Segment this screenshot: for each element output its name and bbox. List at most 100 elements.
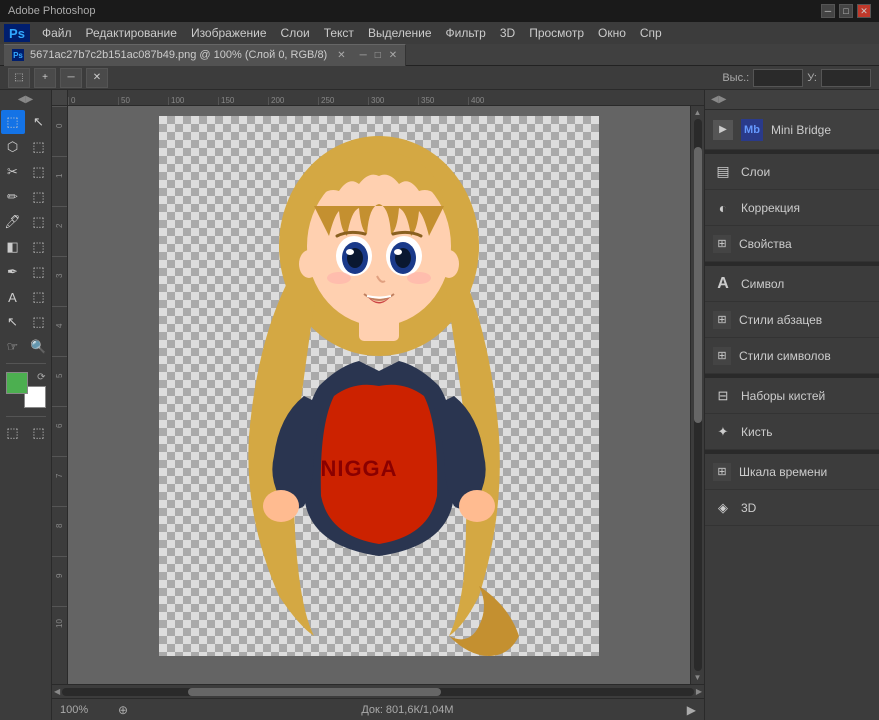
ruler-mark-200: 200 (268, 97, 318, 105)
screen-mode-btn[interactable]: ⬚ (27, 421, 51, 445)
y-input[interactable] (821, 69, 871, 87)
ruler-v-7: 7 (52, 456, 67, 506)
foreground-color[interactable] (6, 372, 28, 394)
toolbar-collapse[interactable]: ◀▶ (18, 94, 33, 105)
tab-minimize[interactable]: ─ (360, 50, 367, 61)
panel-top-bar: ◀▶ (705, 90, 879, 110)
text-tool[interactable]: A (1, 285, 25, 309)
ruler-mark-400: 400 (468, 97, 518, 105)
v-scroll-thumb[interactable] (694, 147, 702, 423)
ruler-mark-50: 50 (118, 97, 168, 105)
marquee-tool[interactable]: ⬚ (1, 110, 25, 134)
panel-item-symbol[interactable]: A Символ (705, 266, 879, 302)
panel-item-properties[interactable]: ⊞ Свойства (705, 226, 879, 262)
selection-add-btn[interactable]: + (34, 68, 56, 88)
selection-subtract-btn[interactable]: ─ (60, 68, 82, 88)
menu-3d[interactable]: 3D (494, 24, 521, 42)
selection-intersect-btn[interactable]: ✕ (86, 68, 108, 88)
reset-colors[interactable]: ⟳ (37, 372, 45, 383)
quick-mask-btn[interactable]: ⬚ (1, 421, 25, 445)
blur-tool[interactable]: ⬚ (27, 235, 51, 259)
char-styles-icon: ⊞ (713, 347, 731, 365)
panel-item-3d[interactable]: ◈ 3D (705, 490, 879, 526)
h-scroll-track[interactable] (62, 688, 694, 696)
canvas-viewport[interactable]: NIGGA (68, 106, 690, 684)
menu-text[interactable]: Текст (318, 24, 360, 42)
status-arrow[interactable]: ▶ (687, 703, 696, 717)
ruler-v-2: 2 (52, 206, 67, 256)
height-input[interactable] (753, 69, 803, 87)
h-scroll-thumb[interactable] (188, 688, 441, 696)
ruler-v-0: 0 (52, 106, 67, 156)
history-brush[interactable]: 🖊 (1, 210, 25, 234)
gradient-tool[interactable]: ◧ (1, 235, 25, 259)
menu-layers[interactable]: Слои (275, 24, 316, 42)
menu-window[interactable]: Окно (592, 24, 632, 42)
doc-info: Док: 801,6К/1,04M (136, 704, 679, 716)
panel-collapse-icon[interactable]: ◀▶ (711, 94, 726, 105)
eraser-tool[interactable]: ⬚ (27, 210, 51, 234)
v-scroll-track[interactable] (694, 119, 702, 671)
menu-file[interactable]: Файл (36, 24, 78, 42)
document-tab[interactable]: Ps 5671ac27b7c2b151ac087b49.png @ 100% (… (4, 44, 406, 66)
panel-item-brush-presets[interactable]: ⊟ Наборы кистей (705, 378, 879, 414)
scroll-right-arrow[interactable]: ▶ (696, 687, 702, 696)
hand-tool[interactable]: ☞ (1, 335, 25, 359)
panel-item-paragraph-styles[interactable]: ⊞ Стили абзацев (705, 302, 879, 338)
tool-group-history: 🖊 ⬚ (1, 210, 51, 234)
menu-help[interactable]: Спр (634, 24, 668, 42)
shape-tool[interactable]: ↖ (1, 310, 25, 334)
maximize-button[interactable]: □ (839, 4, 853, 18)
move-tool[interactable]: ↖ (27, 110, 51, 134)
panel-item-char-styles[interactable]: ⊞ Стили символов (705, 338, 879, 374)
paragraph-styles-icon: ⊞ (713, 311, 731, 329)
tab-maximize[interactable]: □ (375, 50, 381, 61)
zoom-tool[interactable]: 🔍 (27, 335, 51, 359)
ruler-v-9: 9 (52, 556, 67, 606)
status-icon1[interactable]: ⊕ (118, 703, 128, 717)
panel-item-mini-bridge[interactable]: ▶ Mb Mini Bridge (705, 110, 879, 150)
play-icon[interactable]: ▶ (713, 120, 733, 140)
height-label: Выс.: (722, 72, 749, 84)
tab-close-button[interactable]: ✕ (337, 50, 345, 61)
stamp-tool[interactable]: ⬚ (27, 185, 51, 209)
close-button[interactable]: ✕ (857, 4, 871, 18)
panel-item-layers[interactable]: ▤ Слои (705, 154, 879, 190)
canvas-container: 0 1 2 3 4 5 6 7 8 9 10 (52, 106, 704, 684)
tab-close2[interactable]: ✕ (389, 50, 397, 61)
panel-list: ▶ Mb Mini Bridge ▤ Слои ◐ Коррекция ⊞ Св… (705, 110, 879, 720)
menu-filter[interactable]: Фильтр (440, 24, 492, 42)
toolbar-separator (6, 363, 46, 364)
pen-tool[interactable]: ⬚ (27, 260, 51, 284)
main-layout: ◀▶ ⬚ ↖ ⬡ ⬚ ✂ ⬚ ✏ ⬚ 🖊 ⬚ ◧ ⬚ ✒ ⬚ (0, 90, 879, 720)
dodge-tool[interactable]: ✒ (1, 260, 25, 284)
panel-item-correction[interactable]: ◐ Коррекция (705, 190, 879, 226)
timeline-icon: ⊞ (713, 463, 731, 481)
layers-label: Слои (741, 165, 770, 179)
vertical-scrollbar[interactable]: ▲ ▼ (690, 106, 704, 684)
ruler-v-6: 6 (52, 406, 67, 456)
menu-edit[interactable]: Редактирование (80, 24, 183, 42)
menu-view[interactable]: Просмотр (523, 24, 590, 42)
menu-image[interactable]: Изображение (185, 24, 273, 42)
path-select[interactable]: ⬚ (27, 285, 51, 309)
scroll-left-arrow[interactable]: ◀ (54, 687, 60, 696)
direct-select[interactable]: ⬚ (27, 310, 51, 334)
crop-tool[interactable]: ✂ (1, 160, 25, 184)
y-label: У: (807, 72, 817, 84)
right-panel: ◀▶ ▶ Mb Mini Bridge ▤ Слои ◐ Коррекция (704, 90, 879, 720)
scroll-up-arrow[interactable]: ▲ (694, 108, 702, 117)
toolbar-separator2 (6, 416, 46, 417)
horizontal-scrollbar[interactable]: ◀ ▶ (52, 684, 704, 698)
panel-item-brush[interactable]: ✦ Кисть (705, 414, 879, 450)
tab-title: 5671ac27b7c2b151ac087b49.png @ 100% (Сло… (30, 49, 327, 61)
eyedropper-tool[interactable]: ⬚ (27, 160, 51, 184)
minimize-button[interactable]: ─ (821, 4, 835, 18)
quick-select-tool[interactable]: ⬚ (27, 135, 51, 159)
lasso-tool[interactable]: ⬡ (1, 135, 25, 159)
menu-select[interactable]: Выделение (362, 24, 438, 42)
heal-tool[interactable]: ✏ (1, 185, 25, 209)
selection-style-btn[interactable]: ⬚ (8, 68, 30, 88)
scroll-down-arrow[interactable]: ▼ (694, 673, 702, 682)
panel-item-timeline[interactable]: ⊞ Шкала времени (705, 454, 879, 490)
